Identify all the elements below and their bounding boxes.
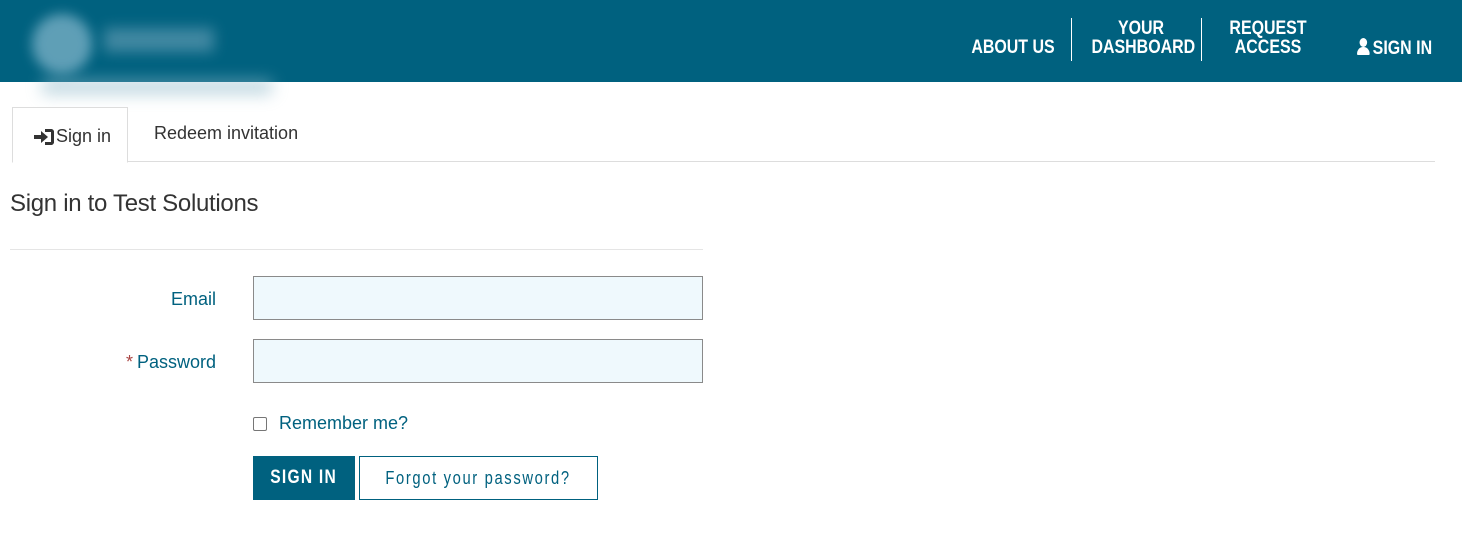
- required-marker: *: [125, 352, 133, 372]
- divider: [10, 249, 703, 250]
- remember-me-checkbox[interactable]: [253, 417, 267, 431]
- nav-separator: [1201, 18, 1202, 61]
- logo-emblem: [32, 14, 92, 74]
- nav-your-dashboard[interactable]: YOUR DASHBOARD: [1091, 18, 1196, 58]
- email-field[interactable]: [253, 276, 703, 320]
- logo-underline: [42, 80, 272, 94]
- nav-about-us[interactable]: ABOUT US: [968, 38, 1057, 57]
- nav-request-access-line1: REQUEST: [1229, 18, 1307, 39]
- tab-redeem-invitation[interactable]: Redeem invitation: [154, 123, 298, 147]
- email-label-text: Email: [170, 289, 216, 309]
- remember-me-row: Remember me?: [253, 413, 408, 434]
- tab-redeem-invitation-label: Redeem invitation: [154, 123, 299, 143]
- remember-me-label[interactable]: Remember me?: [279, 413, 408, 434]
- sign-in-button-label: SIGN IN: [270, 467, 338, 488]
- nav-sign-in[interactable]: SIGN IN: [1355, 38, 1432, 58]
- tab-sign-in-label: Sign in: [56, 126, 112, 146]
- nav-about-us-label: ABOUT US: [971, 37, 1055, 58]
- top-navigation-bar: ABOUT US YOUR DASHBOARD REQUEST ACCESS S…: [0, 0, 1462, 94]
- sign-in-button[interactable]: SIGN IN: [253, 456, 355, 500]
- person-icon: [1356, 38, 1370, 55]
- tab-sign-in[interactable]: Sign in: [12, 107, 128, 163]
- site-logo[interactable]: [22, 8, 272, 96]
- password-label-text: Password: [136, 352, 216, 372]
- nav-your-dashboard-line2: DASHBOARD: [1091, 37, 1196, 58]
- sign-in-icon: [33, 128, 55, 146]
- password-label: * Password: [126, 352, 216, 373]
- nav-request-access-line2: ACCESS: [1234, 37, 1302, 58]
- email-label: Email: [171, 289, 216, 310]
- forgot-password-label: Forgot your password?: [385, 467, 572, 488]
- forgot-password-button[interactable]: Forgot your password?: [359, 456, 598, 500]
- nav-separator: [1071, 18, 1072, 61]
- password-field[interactable]: [253, 339, 703, 383]
- nav-request-access[interactable]: REQUEST ACCESS: [1223, 19, 1314, 57]
- logo-wordmark: [104, 28, 214, 52]
- nav-sign-in-label: SIGN IN: [1372, 38, 1433, 59]
- auth-tabs: Sign in Redeem invitation: [12, 107, 1435, 163]
- nav-your-dashboard-line1: YOUR: [1117, 18, 1165, 39]
- page-title: Sign in to Test Solutions: [10, 190, 259, 217]
